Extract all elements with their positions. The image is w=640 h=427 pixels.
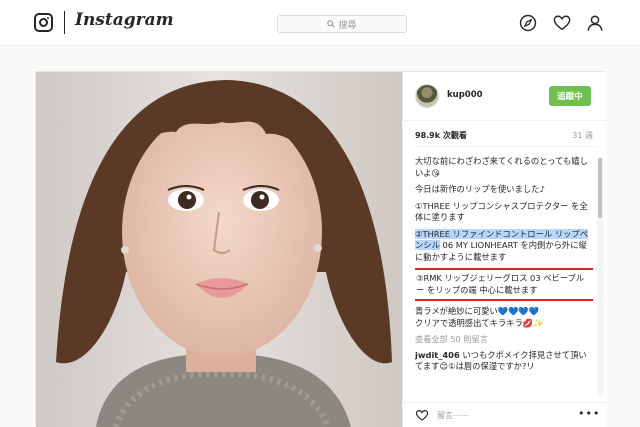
comment-input[interactable]: 留言⋯⋯: [437, 410, 469, 421]
search-input[interactable]: 搜尋: [277, 15, 407, 33]
caption-and-comments: 大切な前にわざわざ来てくれるのとっても嬉しいよ😘 今日は新作のリップを使いました…: [415, 156, 593, 398]
post-time[interactable]: 31 週: [563, 130, 593, 141]
caption-step-2: ②THREE リファインドコントロール リップペンシル 06 MY LIONHE…: [415, 228, 593, 264]
comment-bar: 留言⋯⋯ •••: [403, 402, 608, 427]
following-button[interactable]: 追蹤中: [549, 86, 591, 106]
caption-line: ①THREE リップコンシャスプロテクター を全体に塗ります: [415, 200, 588, 223]
caption-step-3-boxed: ③RMK リップジェリーグロス 03 ベビーブルー をリップの端 中心に載せます: [415, 268, 593, 301]
comment-username[interactable]: jwdit_406: [415, 350, 460, 360]
profile-icon[interactable]: [586, 14, 604, 32]
portrait-photo: [36, 72, 402, 427]
caption-line-text: クリアで透明感出てキラキラ💋✨: [415, 317, 544, 328]
instagram-camera-icon[interactable]: [34, 13, 53, 32]
caption-line: 青ラメが絶妙に可愛い💙💙💙💙 クリアで透明感出てキラキラ💋✨: [415, 306, 593, 329]
more-options-button[interactable]: •••: [578, 407, 600, 420]
view-count: 98.9k 次觀看: [415, 131, 467, 140]
like-heart-icon[interactable]: [415, 409, 429, 422]
instagram-wordmark[interactable]: Instagram: [75, 10, 174, 30]
caption-step-2-rest: 06 MY LIONHEART を内側から外に縦に動かすように載せます: [415, 240, 587, 262]
post-video[interactable]: [36, 72, 402, 427]
divider: [415, 146, 596, 147]
post-username[interactable]: kup000: [447, 90, 483, 100]
compass-icon[interactable]: [519, 14, 537, 32]
comment: jwdit_406 いつもクポメイク拝見させて頂いてます😊①は唇の保湿ですか?リ: [415, 350, 593, 373]
post-header: kup000 追蹤中: [403, 72, 608, 121]
caption-line: 今日は新作のリップを使いました♪: [415, 184, 545, 194]
caption-line: 大切な前にわざわざ来てくれるのとっても嬉しいよ😘: [415, 156, 588, 178]
logo-divider: [64, 11, 65, 34]
search-icon: [327, 20, 336, 28]
search-placeholder: 搜尋: [338, 20, 357, 31]
top-navigation-bar: Instagram 搜尋: [0, 0, 640, 46]
caption-line-text: 青ラメが絶妙に可愛い💙💙💙💙: [415, 306, 540, 316]
post-card: kup000 追蹤中 98.9k 次觀看 31 週 大切な前にわざわざ来てくれる…: [35, 71, 608, 427]
avatar[interactable]: [415, 84, 439, 108]
comments-scrollbar-thumb[interactable]: [598, 158, 602, 218]
view-all-comments-link[interactable]: 查看全部 50 則留言: [415, 334, 593, 346]
heart-icon[interactable]: [553, 14, 571, 32]
post-sidebar: kup000 追蹤中 98.9k 次觀看 31 週 大切な前にわざわざ来てくれる…: [402, 72, 608, 427]
